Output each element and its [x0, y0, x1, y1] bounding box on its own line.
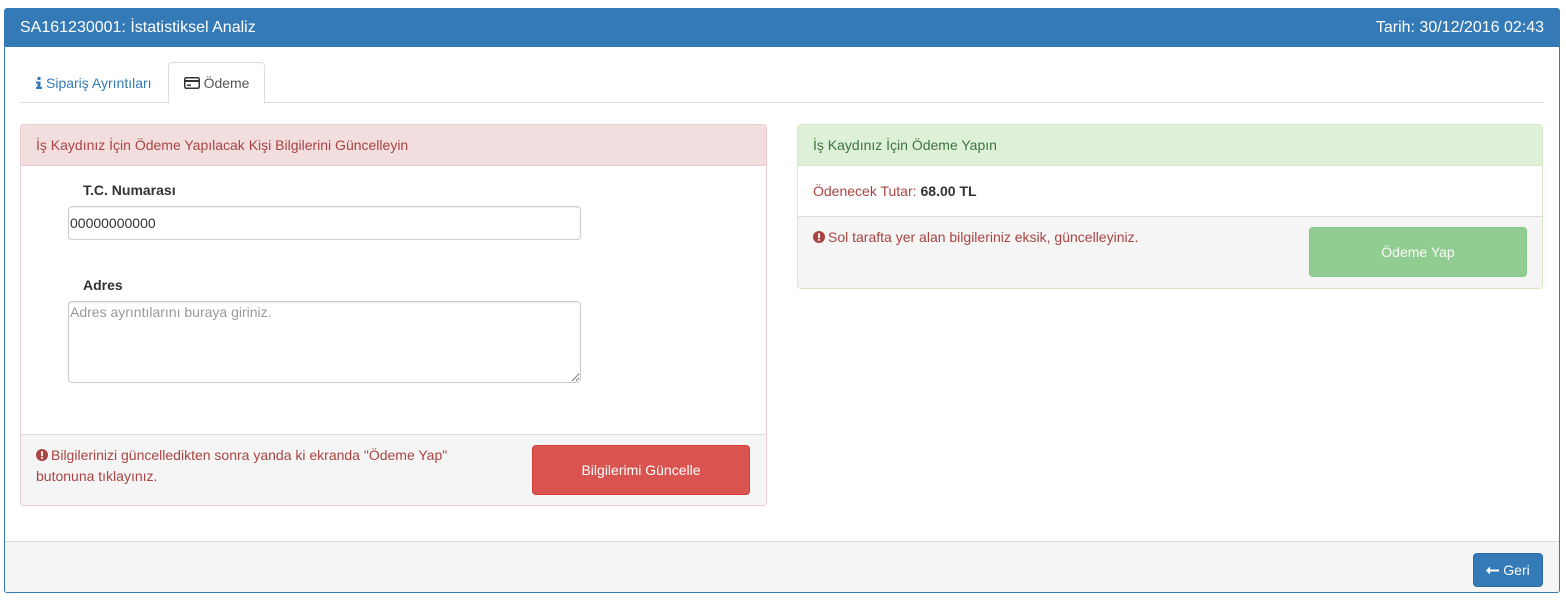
info-icon	[36, 76, 42, 89]
back-button[interactable]: Geri	[1473, 553, 1543, 587]
payment-body: Ödenecek Tutar: 68.00 TL	[798, 166, 1542, 216]
tab-bar: Sipariş Ayrıntıları Ödeme	[20, 62, 1544, 104]
address-label: Adres	[83, 277, 123, 293]
payment-warning: Sol tarafta yer alan bilgileriniz eksik,…	[813, 227, 1293, 248]
date-label: Tarih: 30/12/2016 02:43	[1375, 19, 1544, 36]
address-textarea[interactable]	[68, 301, 581, 383]
tab-order-details[interactable]: Sipariş Ayrıntıları	[20, 62, 168, 103]
arrow-left-icon	[1486, 562, 1500, 578]
pay-button[interactable]: Ödeme Yap	[1309, 227, 1527, 277]
update-hint-text: Bilgilerinizi güncelledikten sonra yanda…	[36, 447, 448, 484]
tab-order-details-label: Sipariş Ayrıntıları	[46, 74, 152, 91]
window-title: SA161230001: İstatistiksel Analiz	[20, 19, 256, 36]
exclamation-circle-icon	[36, 446, 48, 466]
tab-payment-label: Ödeme	[203, 75, 250, 91]
window-body: Sipariş Ayrıntıları Ödeme İş Kaydınız İç…	[5, 47, 1559, 541]
payment-warning-text: Sol tarafta yer alan bilgileriniz eksik,…	[828, 229, 1139, 245]
payment-panel: İş Kaydınız İçin Ödeme Yapın Ödenecek Tu…	[797, 124, 1543, 289]
amount-label: Ödenecek Tutar:	[813, 183, 917, 199]
person-info-body: T.C. Numarası Adres	[21, 166, 766, 434]
person-info-heading: İş Kaydınız İçin Ödeme Yapılacak Kişi Bi…	[21, 125, 766, 166]
tc-number-label: T.C. Numarası	[83, 182, 176, 198]
payment-footer: Sol tarafta yer alan bilgileriniz eksik,…	[798, 216, 1542, 288]
window-header: SA161230001: İstatistiksel Analiz Tarih:…	[5, 9, 1559, 47]
tc-number-input[interactable]	[68, 206, 581, 240]
exclamation-circle-icon	[813, 228, 825, 248]
update-info-button[interactable]: Bilgilerimi Güncelle	[532, 445, 750, 495]
payment-heading: İş Kaydınız İçin Ödeme Yapın	[798, 125, 1542, 166]
payment-window: SA161230001: İstatistiksel Analiz Tarih:…	[4, 8, 1560, 593]
update-hint: Bilgilerinizi güncelledikten sonra yanda…	[36, 445, 476, 486]
window-footer: Geri	[5, 541, 1559, 592]
person-info-panel: İş Kaydınız İçin Ödeme Yapılacak Kişi Bi…	[20, 124, 767, 506]
credit-card-icon	[183, 77, 200, 89]
back-button-label: Geri	[1503, 562, 1530, 578]
amount-value: 68.00 TL	[920, 183, 977, 199]
tab-payment[interactable]: Ödeme	[167, 62, 266, 104]
person-info-footer: Bilgilerinizi güncelledikten sonra yanda…	[21, 434, 766, 505]
